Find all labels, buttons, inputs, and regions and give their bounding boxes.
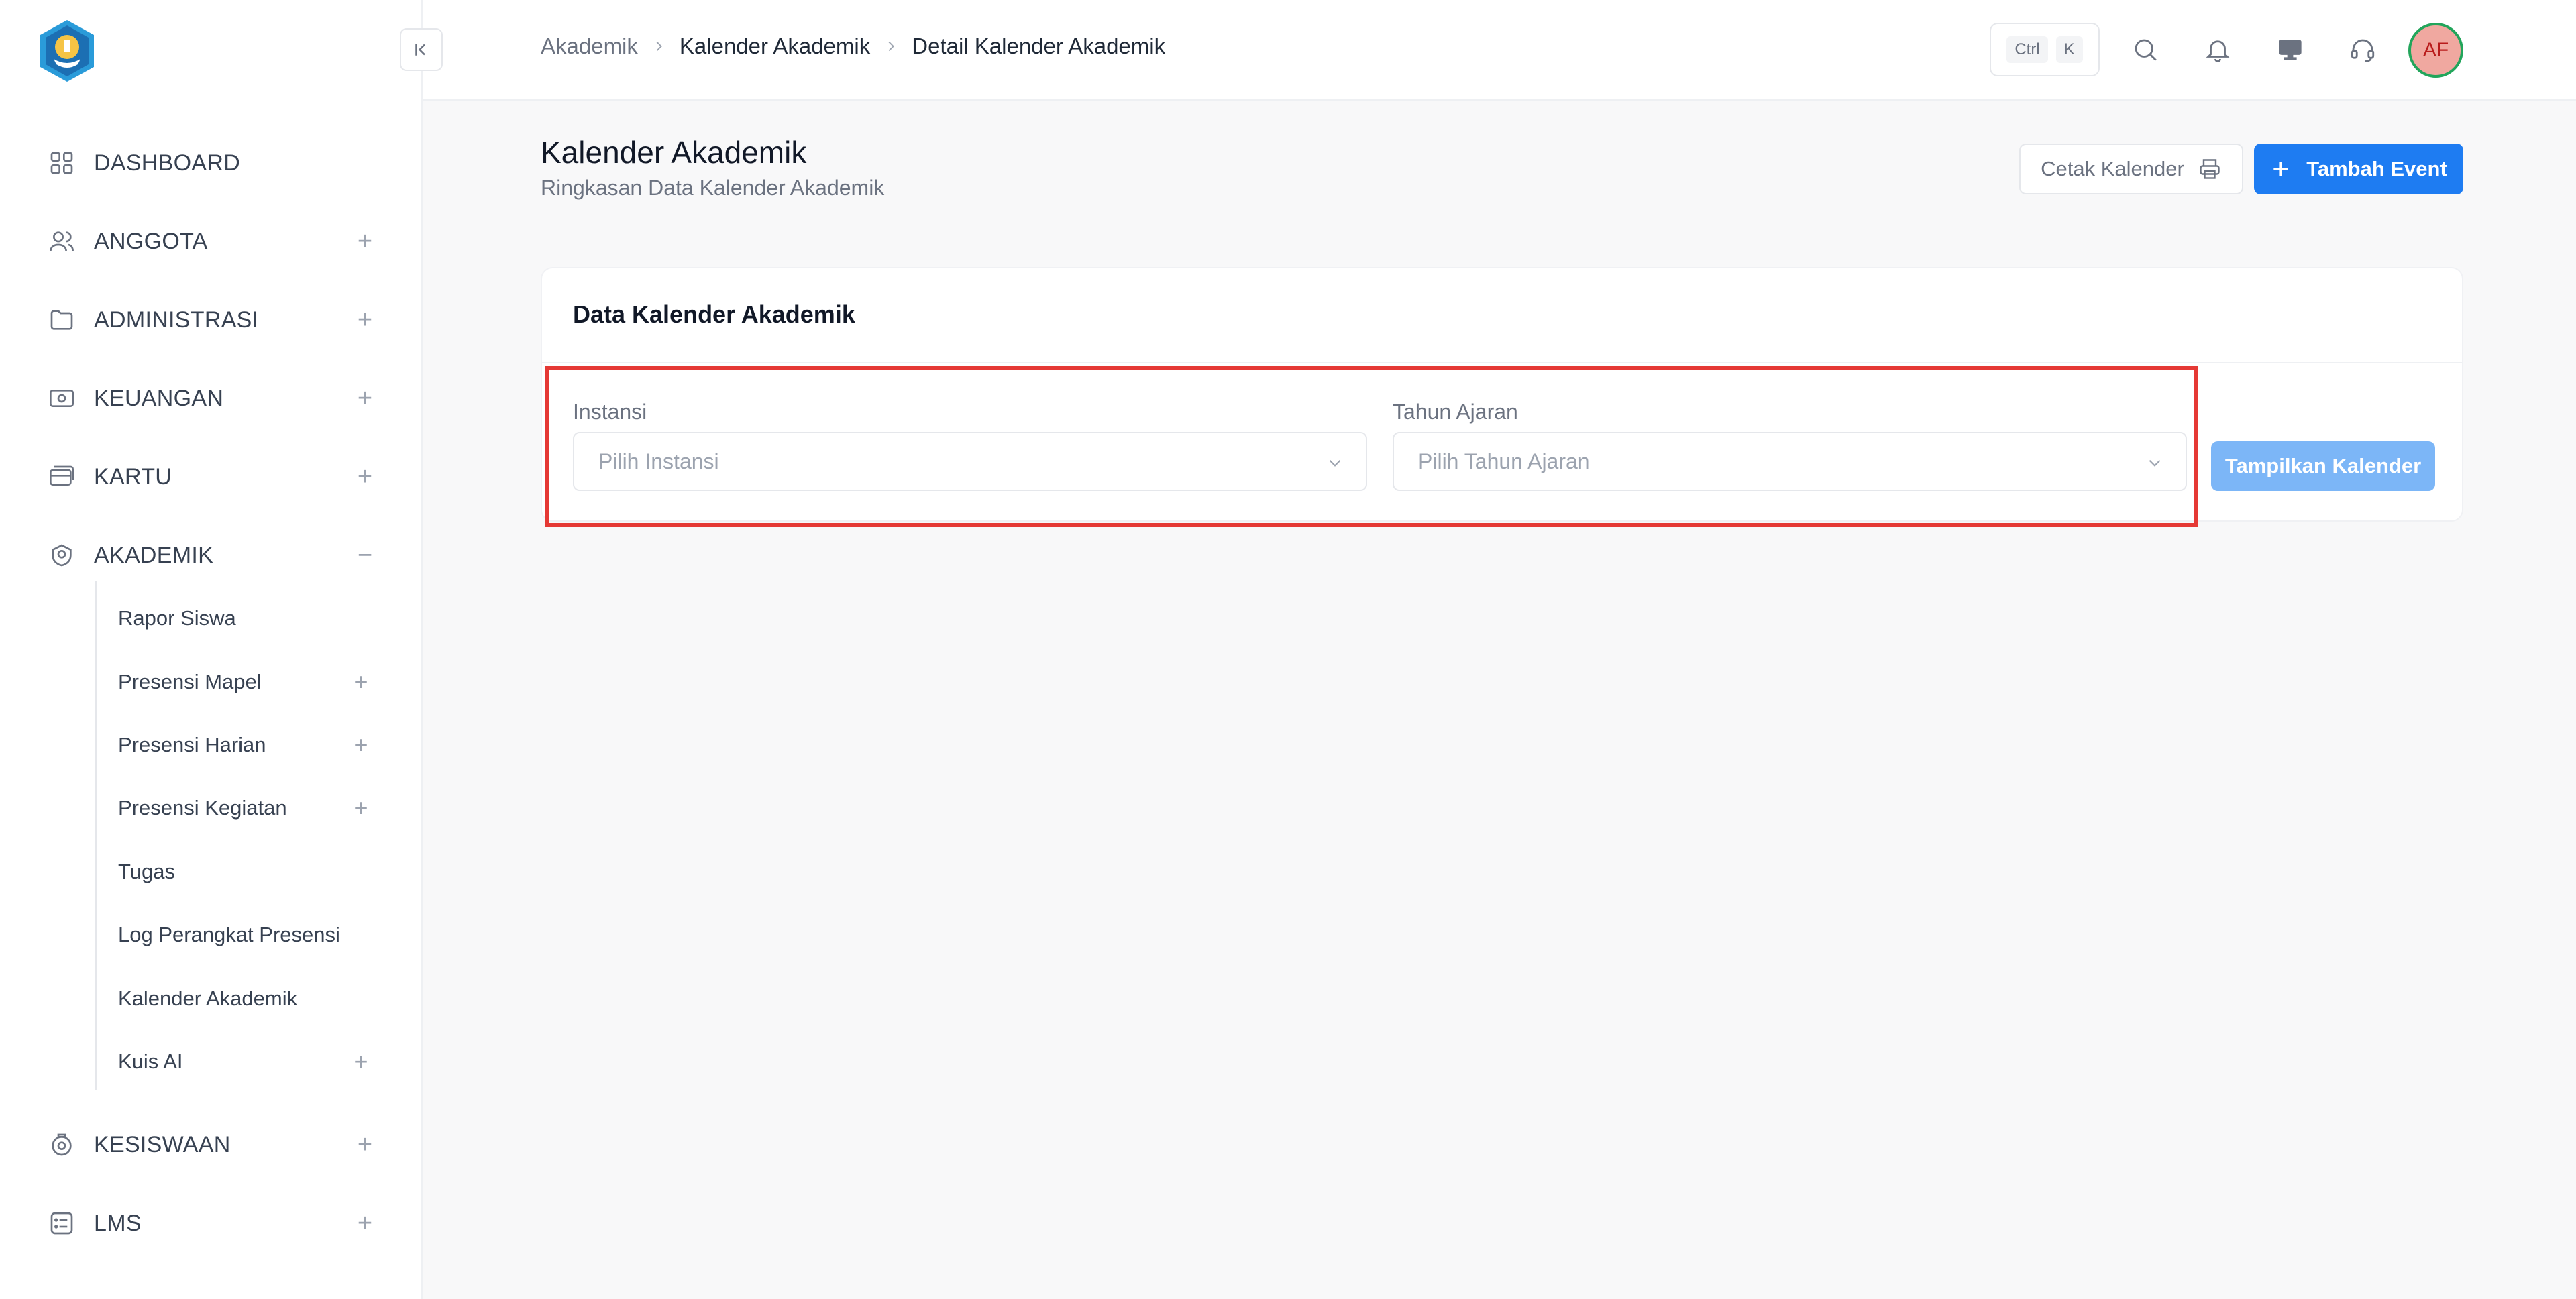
logo[interactable] bbox=[34, 17, 101, 84]
sub-label: Presensi Kegiatan bbox=[118, 796, 287, 820]
instansi-label: Instansi bbox=[573, 400, 647, 424]
sub-label: Rapor Siswa bbox=[118, 606, 236, 630]
sub-label: Presensi Harian bbox=[118, 733, 266, 756]
student-icon bbox=[47, 1130, 76, 1160]
sub-label: Kuis AI bbox=[118, 1050, 183, 1073]
add-event-label: Tambah Event bbox=[2306, 157, 2447, 180]
show-calendar-button[interactable]: Tampilkan Kalender bbox=[2211, 441, 2435, 491]
expand-icon[interactable]: + bbox=[353, 1131, 377, 1159]
nav-label: AKADEMIK bbox=[94, 542, 214, 568]
expand-icon[interactable]: + bbox=[353, 463, 377, 491]
sidebar-collapse-button[interactable] bbox=[400, 28, 443, 71]
chevron-right-icon bbox=[651, 39, 666, 54]
tahun-ajaran-placeholder: Pilih Tahun Ajaran bbox=[1418, 449, 1590, 473]
printer-icon bbox=[2200, 159, 2220, 179]
chevron-right-icon bbox=[883, 39, 898, 54]
sub-tugas[interactable]: Tugas bbox=[118, 853, 373, 891]
search-icon[interactable] bbox=[2127, 31, 2164, 68]
sub-log-perangkat[interactable]: Log Perangkat Presensi bbox=[118, 916, 373, 954]
page-subtitle: Ringkasan Data Kalender Akademik bbox=[541, 176, 885, 200]
expand-icon[interactable]: + bbox=[349, 668, 373, 695]
nav-label: LMS bbox=[94, 1210, 142, 1236]
folder-icon bbox=[47, 305, 76, 335]
card-icon bbox=[47, 462, 76, 492]
users-icon bbox=[47, 227, 76, 256]
print-label: Cetak Kalender bbox=[2041, 157, 2184, 180]
nav-label: ANGGOTA bbox=[94, 228, 208, 254]
sidebar: DASHBOARD ANGGOTA + ADMINISTRASI + KEUAN… bbox=[0, 0, 423, 1299]
kbd-k: K bbox=[2055, 36, 2083, 63]
breadcrumb-current: Detail Kalender Akademik bbox=[912, 34, 1166, 58]
plus-icon bbox=[2273, 162, 2288, 176]
bell-icon[interactable] bbox=[2199, 31, 2237, 68]
card-title: Data Kalender Akademik bbox=[573, 300, 855, 328]
sub-presensi-kegiatan[interactable]: Presensi Kegiatan + bbox=[118, 789, 373, 827]
nav-akademik[interactable]: AKADEMIK − bbox=[47, 535, 372, 575]
nav-kartu[interactable]: KARTU + bbox=[47, 457, 372, 497]
list-icon bbox=[47, 1208, 76, 1238]
tahun-ajaran-label: Tahun Ajaran bbox=[1393, 400, 1518, 424]
sub-label: Log Perangkat Presensi bbox=[118, 923, 340, 946]
page-title: Kalender Akademik bbox=[541, 135, 807, 170]
instansi-placeholder: Pilih Instansi bbox=[598, 449, 719, 473]
headset-icon[interactable] bbox=[2344, 31, 2381, 68]
sub-label: Tugas bbox=[118, 860, 176, 883]
academic-icon bbox=[47, 541, 76, 570]
instansi-select[interactable]: Pilih Instansi bbox=[573, 432, 1367, 491]
nav-keuangan[interactable]: KEUANGAN + bbox=[47, 378, 372, 418]
nav-lms[interactable]: LMS + bbox=[47, 1203, 372, 1243]
tahun-ajaran-select[interactable]: Pilih Tahun Ajaran bbox=[1393, 432, 2187, 491]
submenu-line bbox=[95, 581, 97, 1090]
nav-administrasi[interactable]: ADMINISTRASI + bbox=[47, 300, 372, 340]
nav-label: DASHBOARD bbox=[94, 150, 241, 176]
nav-label: ADMINISTRASI bbox=[94, 306, 259, 333]
expand-icon[interactable]: + bbox=[353, 384, 377, 412]
expand-icon[interactable]: + bbox=[353, 227, 377, 256]
nav-label: KEUANGAN bbox=[94, 385, 224, 411]
monitor-icon[interactable] bbox=[2271, 31, 2309, 68]
chevron-down-icon bbox=[2144, 452, 2165, 473]
nav-dashboard[interactable]: DASHBOARD bbox=[47, 143, 369, 183]
app-root: DASHBOARD ANGGOTA + ADMINISTRASI + KEUAN… bbox=[0, 0, 2576, 1299]
collapse-icon[interactable]: − bbox=[353, 541, 377, 569]
sub-presensi-mapel[interactable]: Presensi Mapel + bbox=[118, 663, 373, 701]
command-shortcut[interactable]: Ctrl K bbox=[1990, 23, 2100, 76]
expand-icon[interactable]: + bbox=[349, 1048, 373, 1075]
nav-kesiswaan[interactable]: KESISWAAN + bbox=[47, 1125, 372, 1165]
expand-icon[interactable]: + bbox=[353, 1209, 377, 1237]
nav-label: KESISWAAN bbox=[94, 1131, 231, 1157]
sub-label: Presensi Mapel bbox=[118, 670, 262, 693]
nav-label: KARTU bbox=[94, 463, 172, 490]
expand-icon[interactable]: + bbox=[349, 794, 373, 822]
breadcrumb-item[interactable]: Kalender Akademik bbox=[680, 34, 870, 59]
sub-label: Kalender Akademik bbox=[118, 986, 298, 1010]
print-calendar-button[interactable]: Cetak Kalender bbox=[2019, 144, 2243, 194]
expand-icon[interactable]: + bbox=[353, 306, 377, 334]
calendar-filter-card: Data Kalender Akademik Instansi Pilih In… bbox=[541, 267, 2463, 527]
divider bbox=[542, 362, 2462, 363]
collapse-left-icon bbox=[415, 44, 425, 56]
sub-rapor-siswa[interactable]: Rapor Siswa bbox=[118, 600, 373, 637]
top-header: Akademik Kalender Akademik Detail Kalend… bbox=[423, 0, 2576, 101]
breadcrumb: Akademik Kalender Akademik Detail Kalend… bbox=[541, 34, 1165, 59]
sub-presensi-harian[interactable]: Presensi Harian + bbox=[118, 726, 373, 764]
nav-anggota[interactable]: ANGGOTA + bbox=[47, 221, 372, 262]
grid-icon bbox=[47, 148, 76, 178]
breadcrumb-item[interactable]: Akademik bbox=[541, 34, 638, 59]
kbd-ctrl: Ctrl bbox=[2006, 36, 2048, 63]
user-avatar[interactable]: AF bbox=[2408, 23, 2463, 78]
add-event-button[interactable]: Tambah Event bbox=[2254, 144, 2463, 194]
expand-icon[interactable]: + bbox=[349, 731, 373, 758]
money-icon bbox=[47, 384, 76, 413]
sub-kuis-ai[interactable]: Kuis AI + bbox=[118, 1043, 373, 1080]
chevron-down-icon bbox=[1324, 452, 1346, 473]
sub-kalender-akademik[interactable]: Kalender Akademik bbox=[118, 980, 373, 1017]
